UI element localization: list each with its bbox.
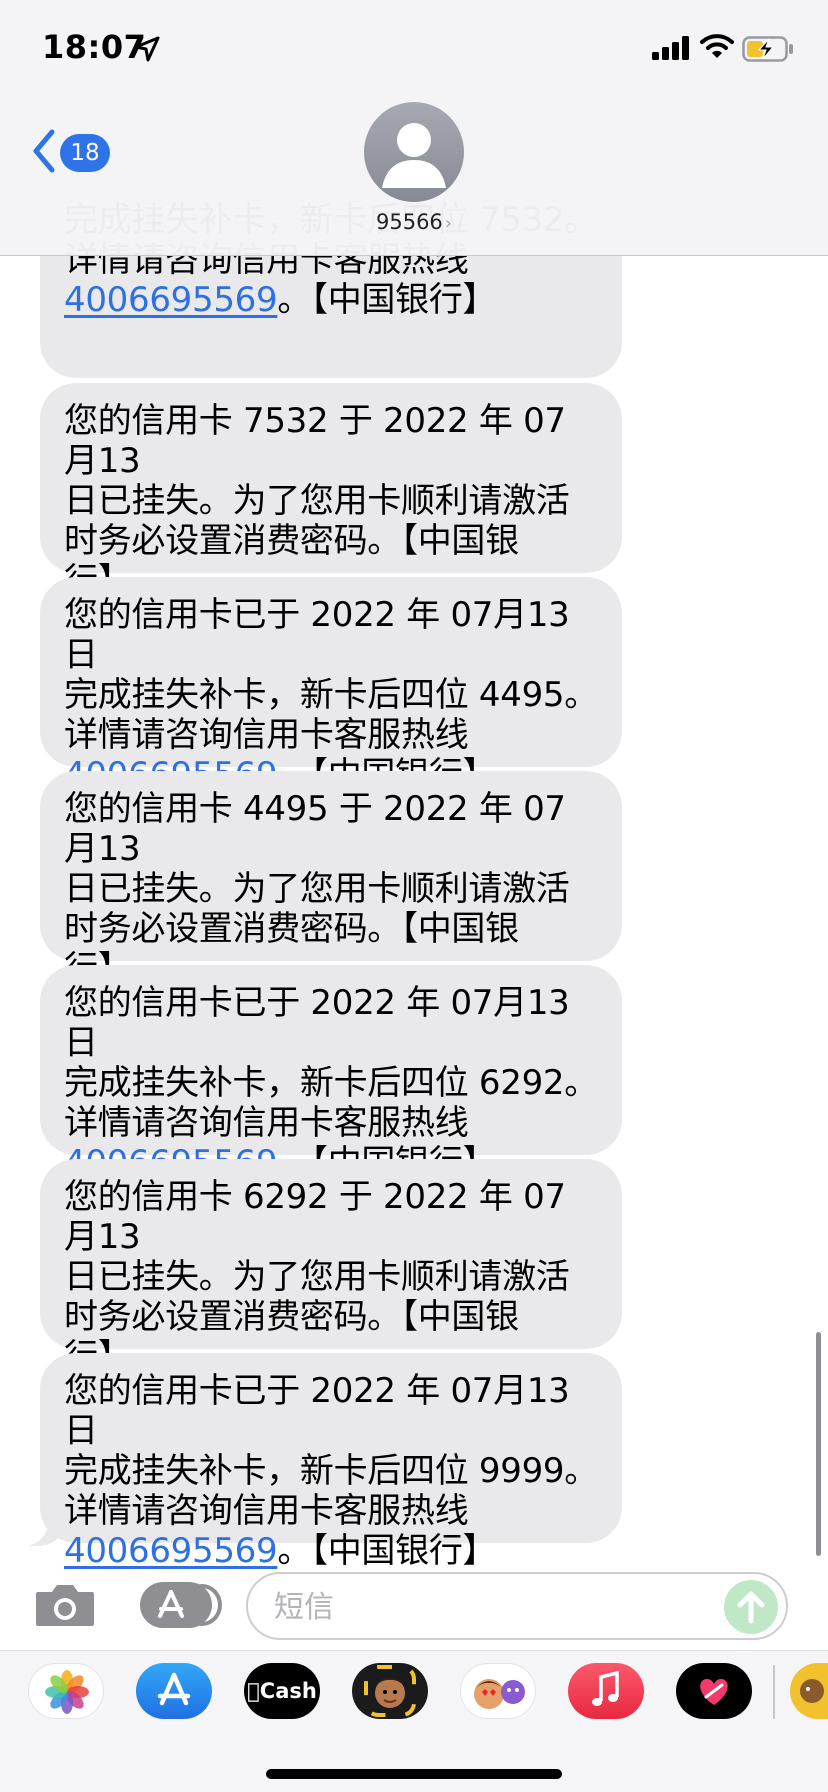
scroll-indicator[interactable]: [816, 1332, 821, 1556]
status-time: 18:07: [42, 28, 147, 66]
chevron-left-icon: [33, 129, 55, 173]
message-bubble[interactable]: 您的信用卡已于 2022 年 07月13日 完成挂失补卡，新卡后四位 4495。…: [40, 577, 622, 795]
message-text: 您的信用卡已于 2022 年 07月13日 完成挂失补卡，新卡后四位 9999。…: [64, 1353, 598, 1571]
message-text: 您的信用卡已于 2022 年 07月13日 完成挂失补卡，新卡后四位 6292。…: [64, 965, 598, 1183]
message-text-segment: 您的信用卡已于 2022 年 07月13日 完成挂失补卡，新卡后四位 9999。…: [64, 1371, 598, 1531]
message-bubble[interactable]: 您的信用卡 4495 于 2022 年 07月13 日已挂失。为了您用卡顺利请激…: [40, 771, 622, 989]
message-text-segment: 。【中国银行】: [277, 1531, 497, 1571]
phone-number-link[interactable]: 4006695569: [64, 280, 278, 320]
battery-charging-icon: [742, 36, 793, 62]
message-bubble[interactable]: 您的信用卡 7532 于 2022 年 07月13 日已挂失。为了您用卡顺利请激…: [40, 383, 622, 601]
message-input-field[interactable]: [246, 1572, 788, 1640]
cellular-signal-icon: [652, 36, 689, 60]
wifi-icon: [700, 34, 734, 58]
contact-name-text: 95566: [375, 210, 443, 234]
imessage-app-drawer: Cash: [0, 1650, 828, 1792]
back-button[interactable]: 18: [30, 126, 114, 176]
app-drawer-divider: [773, 1665, 775, 1719]
message-text: 您的信用卡 4495 于 2022 年 07月13 日已挂失。为了您用卡顺利请激…: [64, 771, 598, 989]
message-text-segment: 您的信用卡 4495 于 2022 年 07月13 日已挂失。为了您用卡顺利请激…: [64, 789, 570, 989]
location-arrow-icon: [134, 36, 160, 62]
app-store-a-icon: [158, 1590, 184, 1618]
message-text: 您的信用卡 7532 于 2022 年 07月13 日已挂失。为了您用卡顺利请激…: [64, 383, 598, 601]
message-bubble[interactable]: 您的信用卡已于 2022 年 07月13日 完成挂失补卡，新卡后四位 9999。…: [40, 1353, 622, 1571]
apple-cash-label: Cash: [253, 1679, 317, 1703]
message-bubble[interactable]: 您的信用卡 6292 于 2022 年 07月13 日已挂失。为了您用卡顺利请激…: [40, 1159, 622, 1377]
message-text: 您的信用卡已于 2022 年 07月13日 完成挂失补卡，新卡后四位 4495。…: [64, 577, 598, 795]
contact-name[interactable]: 95566 ›: [0, 210, 828, 234]
app-store-button[interactable]: [140, 1582, 222, 1628]
apple-cash-app-icon[interactable]: Cash: [244, 1663, 320, 1719]
camera-icon[interactable]: [34, 1582, 96, 1628]
contact-avatar[interactable]: [364, 102, 464, 202]
message-text-segment: 。【中国银行】: [277, 280, 497, 320]
phone-number-link[interactable]: 4006695569: [64, 1531, 278, 1571]
app-store-app-icon[interactable]: [136, 1663, 212, 1719]
message-text-segment: 您的信用卡 7532 于 2022 年 07月13 日已挂失。为了您用卡顺利请激…: [64, 401, 570, 601]
chevron-right-icon: ›: [444, 213, 452, 234]
message-text-segment: 您的信用卡已于 2022 年 07月13日 完成挂失补卡，新卡后四位 4495。…: [64, 595, 598, 755]
person-icon: [382, 123, 446, 188]
memoji-stickers-app-icon[interactable]: [460, 1663, 536, 1719]
music-app-icon[interactable]: [568, 1663, 644, 1719]
conversation-header: 18:07 18 95566 ›: [0, 0, 828, 256]
message-text-segment: 您的信用卡 6292 于 2022 年 07月13 日已挂失。为了您用卡顺利请激…: [64, 1177, 570, 1377]
send-button[interactable]: [724, 1580, 778, 1634]
message-text-segment: 您的信用卡已于 2022 年 07月13日 完成挂失补卡，新卡后四位 6292。…: [64, 983, 598, 1143]
more-app-icon[interactable]: [790, 1663, 828, 1719]
message-text: 您的信用卡 6292 于 2022 年 07月13 日已挂失。为了您用卡顺利请激…: [64, 1159, 598, 1377]
message-input[interactable]: [274, 1584, 674, 1630]
digital-touch-app-icon[interactable]: [676, 1663, 752, 1719]
unread-count-badge: 18: [60, 134, 110, 172]
message-list[interactable]: 完成挂失补卡，新卡后四位 7532。 详情请咨询信用卡客服热线 40066955…: [0, 0, 828, 1792]
arrow-up-icon: [737, 1591, 765, 1624]
home-indicator[interactable]: [266, 1769, 562, 1779]
photos-app-icon[interactable]: [28, 1663, 104, 1719]
memoji-app-icon[interactable]: [352, 1663, 428, 1719]
apple-logo-icon: : [247, 1679, 260, 1703]
message-bubble[interactable]: 您的信用卡已于 2022 年 07月13日 完成挂失补卡，新卡后四位 6292。…: [40, 965, 622, 1183]
